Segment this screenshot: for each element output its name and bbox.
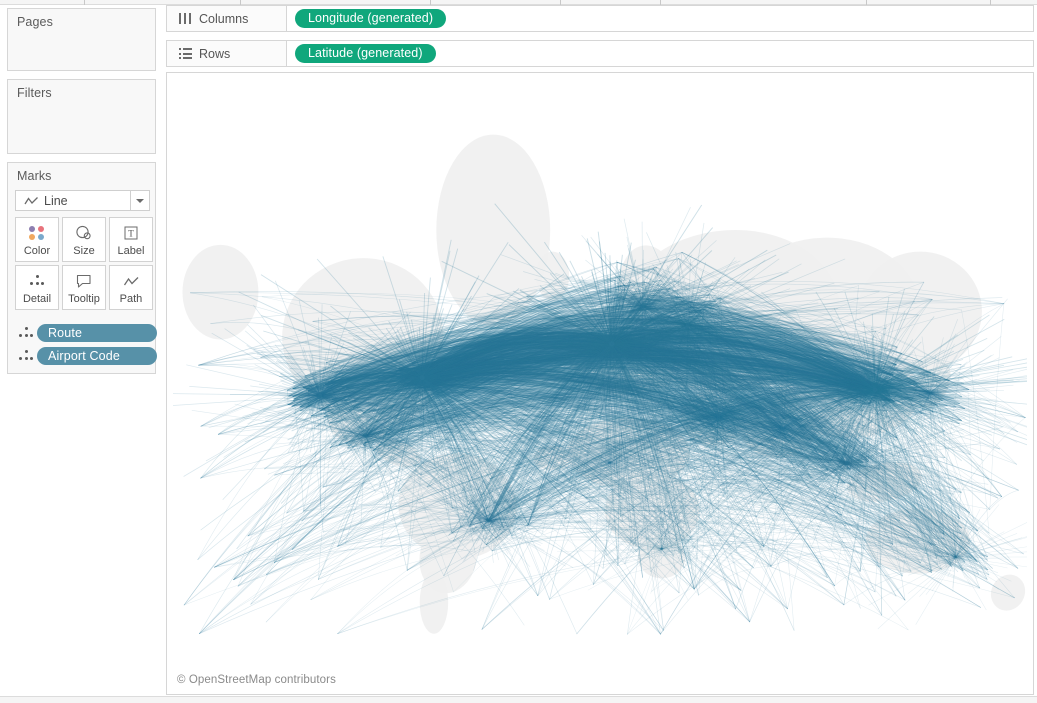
rows-shelf-label: Rows xyxy=(167,41,287,66)
tableau-worksheet: Pages Filters Marks Line Color Size T La… xyxy=(0,0,1037,703)
size-button-label: Size xyxy=(73,244,95,257)
pages-card-title: Pages xyxy=(17,15,53,29)
path-button[interactable]: Path xyxy=(109,265,153,310)
tooltip-button[interactable]: Tooltip xyxy=(62,265,106,310)
size-icon xyxy=(74,223,94,244)
pages-card[interactable]: Pages xyxy=(7,8,156,71)
tooltip-button-label: Tooltip xyxy=(68,292,100,305)
columns-shelf[interactable]: Columns Longitude (generated) xyxy=(166,5,1034,32)
detail-dots-icon xyxy=(15,349,37,363)
marks-card-title: Marks xyxy=(17,169,52,183)
map-attribution: © OpenStreetMap contributors xyxy=(177,674,336,686)
route-map[interactable] xyxy=(173,79,1027,662)
detail-dots-icon xyxy=(15,326,37,340)
tooltip-bubble-icon xyxy=(75,271,93,292)
marks-pill-airport-code[interactable]: Airport Code xyxy=(15,346,157,366)
svg-text:T: T xyxy=(128,229,134,239)
rows-shelf-dropzone[interactable]: Latitude (generated) xyxy=(287,41,1033,66)
filters-card-title: Filters xyxy=(17,86,52,100)
columns-bars-icon xyxy=(173,13,197,24)
mark-type-label: Line xyxy=(44,193,68,208)
marks-pill-airport-code-label: Airport Code xyxy=(37,347,157,365)
mark-encoding-buttons: Color Size T Label Detail Tooltip Path xyxy=(15,217,153,310)
label-button[interactable]: T Label xyxy=(109,217,153,262)
columns-shelf-dropzone[interactable]: Longitude (generated) xyxy=(287,6,1033,31)
pill-latitude-generated[interactable]: Latitude (generated) xyxy=(295,44,436,63)
label-button-label: Label xyxy=(117,244,145,257)
worksheet-view[interactable]: © OpenStreetMap contributors xyxy=(166,72,1034,695)
rows-lines-icon xyxy=(173,48,197,59)
marks-card[interactable]: Marks Line Color Size T Label Detail Too… xyxy=(7,162,157,374)
marks-sidebar: Pages Filters Marks Line Color Size T La… xyxy=(0,5,163,703)
path-line-icon xyxy=(123,271,140,292)
marks-pill-list: Route Airport Code xyxy=(15,323,157,369)
columns-shelf-label: Columns xyxy=(167,6,287,31)
path-button-label: Path xyxy=(119,292,143,305)
marks-pill-route[interactable]: Route xyxy=(15,323,157,343)
color-button[interactable]: Color xyxy=(15,217,59,262)
columns-shelf-text: Columns xyxy=(199,11,249,26)
line-chart-icon xyxy=(21,196,41,206)
chevron-down-icon[interactable] xyxy=(130,191,149,210)
marks-pill-route-label: Route xyxy=(37,324,157,342)
size-button[interactable]: Size xyxy=(62,217,106,262)
rows-shelf-text: Rows xyxy=(199,46,231,61)
text-label-icon: T xyxy=(123,223,139,244)
detail-button-label: Detail xyxy=(22,292,52,305)
pill-longitude-generated[interactable]: Longitude (generated) xyxy=(295,9,447,28)
rows-shelf[interactable]: Rows Latitude (generated) xyxy=(166,40,1034,67)
filters-card[interactable]: Filters xyxy=(7,79,156,154)
color-button-label: Color xyxy=(23,244,51,257)
mark-type-dropdown[interactable]: Line xyxy=(15,190,150,211)
status-bar-strip xyxy=(0,696,1037,703)
color-palette-icon xyxy=(28,223,46,244)
detail-dots-icon xyxy=(28,271,46,292)
detail-button[interactable]: Detail xyxy=(15,265,59,310)
